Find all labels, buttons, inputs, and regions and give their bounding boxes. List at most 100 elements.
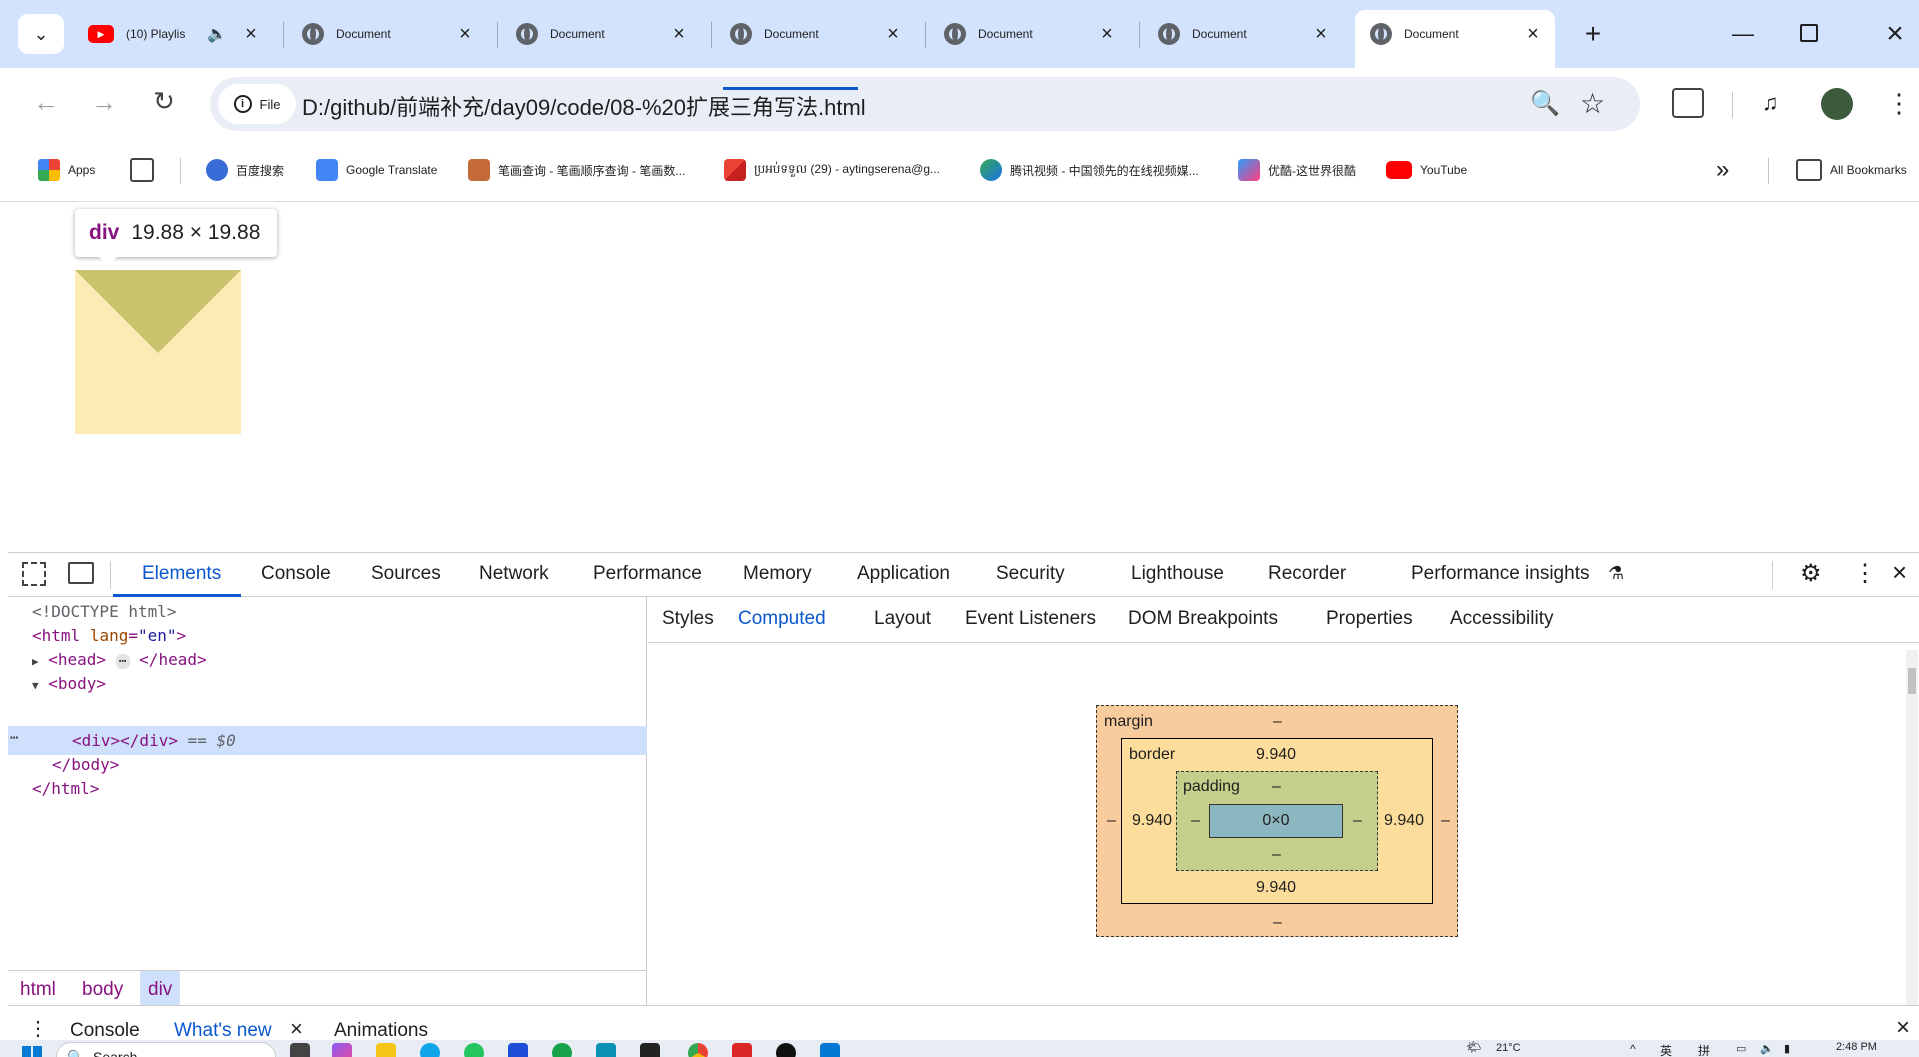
subtab-accessibility[interactable]: Accessibility	[1450, 608, 1553, 630]
windows-start-icon[interactable]	[22, 1046, 42, 1057]
padding-top[interactable]: –	[1272, 778, 1281, 796]
battery-icon[interactable]: ▮	[1784, 1042, 1790, 1055]
row-dots-icon[interactable]: ⋯	[10, 730, 18, 746]
gear-icon[interactable]: ⚙	[1800, 559, 1822, 588]
subtab-computed[interactable]: Computed	[738, 608, 826, 630]
border-top[interactable]: 9.940	[1256, 746, 1296, 764]
tab-document[interactable]: Document ×	[1158, 14, 1333, 54]
close-icon[interactable]: ×	[1095, 23, 1119, 46]
close-window-button[interactable]: ×	[1875, 14, 1915, 54]
collapsed-ellipsis[interactable]: ⋯	[115, 654, 130, 669]
weather-icon[interactable]: 🌤	[1466, 1040, 1481, 1054]
wechat-icon[interactable]	[552, 1043, 572, 1057]
taskview-icon[interactable]	[290, 1043, 310, 1057]
tab-document[interactable]: Document ×	[516, 14, 691, 54]
border-right[interactable]: 9.940	[1384, 812, 1424, 830]
tab-network[interactable]: Network	[479, 563, 549, 585]
padding-left[interactable]: –	[1191, 812, 1200, 830]
device-toolbar-icon[interactable]	[68, 562, 94, 584]
taskbar-search[interactable]: 🔍 Search	[56, 1042, 276, 1057]
ime-pinyin[interactable]: 拼	[1698, 1042, 1710, 1057]
bookmark-baidu[interactable]: 百度搜索	[206, 156, 284, 184]
drawer-menu-icon[interactable]: ⋮	[28, 1016, 48, 1041]
close-icon[interactable]: ×	[1521, 23, 1545, 46]
tab-document-active-content[interactable]: Document ×	[1370, 14, 1545, 54]
all-bookmarks[interactable]: All Bookmarks	[1796, 156, 1907, 184]
tab-groups-icon[interactable]	[130, 158, 154, 182]
ime-english[interactable]: 英	[1660, 1042, 1672, 1057]
media-controls-icon[interactable]: ♫	[1762, 90, 1779, 116]
subtab-styles[interactable]: Styles	[662, 608, 714, 630]
volume-icon[interactable]: 🔈	[1760, 1042, 1774, 1055]
github-icon[interactable]	[776, 1043, 796, 1057]
maximize-button[interactable]	[1800, 24, 1818, 42]
dom-html-close[interactable]: </html>	[32, 779, 99, 798]
tab-elements[interactable]: Elements	[142, 563, 221, 585]
zoom-icon[interactable]: 🔍	[1530, 89, 1560, 118]
subtab-properties[interactable]: Properties	[1326, 608, 1413, 630]
inspect-element-icon[interactable]	[22, 562, 46, 586]
minimize-button[interactable]: —	[1725, 16, 1761, 52]
tab-search-button[interactable]: ⌄	[18, 14, 64, 54]
close-icon[interactable]: ×	[239, 23, 263, 46]
chrome-icon[interactable]	[688, 1043, 708, 1057]
tab-performance-insights[interactable]: Performance insights	[1411, 563, 1589, 585]
tray-chevron-icon[interactable]: ^	[1630, 1042, 1636, 1056]
forward-button[interactable]: →	[86, 87, 122, 118]
dom-body-open[interactable]: ▼ <body>	[32, 674, 106, 693]
scrollbar-thumb[interactable]	[1908, 668, 1916, 694]
expand-arrow-icon[interactable]: ▶	[32, 655, 39, 668]
subtab-event-listeners[interactable]: Event Listeners	[965, 608, 1096, 630]
site-info-chip[interactable]: i File	[218, 84, 296, 124]
border-left[interactable]: 9.940	[1132, 812, 1172, 830]
edge-icon[interactable]	[420, 1043, 440, 1057]
tab-lighthouse[interactable]: Lighthouse	[1131, 563, 1224, 585]
close-icon[interactable]: ×	[1309, 23, 1333, 46]
tab-security[interactable]: Security	[996, 563, 1065, 585]
weather-temp[interactable]: 21°C	[1496, 1042, 1521, 1054]
tab-console[interactable]: Console	[261, 563, 331, 585]
terminal-icon[interactable]	[640, 1043, 660, 1057]
subtab-dom-breakpoints[interactable]: DOM Breakpoints	[1128, 608, 1278, 630]
drawer-tab-whats-new[interactable]: What's new	[174, 1020, 272, 1042]
dom-head[interactable]: ▶ <head> ⋯ </head>	[32, 650, 207, 669]
bookmark-youku[interactable]: 优酷-这世界很酷	[1238, 156, 1356, 184]
address-bar[interactable]: i File D:/github/前端补充/day09/code/08-%20扩…	[210, 77, 1640, 131]
breadcrumb-div[interactable]: div	[140, 971, 181, 1009]
close-icon[interactable]: ×	[453, 23, 477, 46]
box-model-padding[interactable]: padding – – – – 0×0	[1176, 771, 1378, 871]
tab-sources[interactable]: Sources	[371, 563, 441, 585]
bookmark-gmail[interactable]: ប្រអប់ទទួល (29) - aytingserena@g...	[724, 156, 940, 184]
border-bottom[interactable]: 9.940	[1256, 879, 1296, 897]
app-icon[interactable]	[732, 1043, 752, 1057]
bookmark-tencent-video[interactable]: 腾讯视频 - 中国领先的在线视频媒...	[980, 156, 1199, 184]
close-icon[interactable]: ×	[290, 1016, 303, 1042]
margin-left[interactable]: –	[1107, 812, 1116, 830]
breadcrumb-html[interactable]: html	[20, 979, 56, 1001]
breadcrumb-body[interactable]: body	[82, 979, 123, 1001]
clock-time[interactable]: 2:48 PM	[1836, 1041, 1877, 1053]
close-icon[interactable]: ×	[881, 23, 905, 46]
box-model-content[interactable]: 0×0	[1209, 804, 1343, 838]
tab-recorder[interactable]: Recorder	[1268, 563, 1346, 585]
bookmark-google-translate[interactable]: Google Translate	[316, 156, 437, 184]
close-drawer-icon[interactable]: ×	[1896, 1014, 1910, 1042]
margin-right[interactable]: –	[1441, 812, 1450, 830]
app-icon[interactable]	[464, 1043, 484, 1057]
tab-document[interactable]: Document ×	[302, 14, 477, 54]
menu-icon[interactable]: ⋮	[1886, 88, 1912, 118]
vscode-icon[interactable]	[820, 1043, 840, 1057]
tab-document[interactable]: Document ×	[944, 14, 1119, 54]
collapse-arrow-icon[interactable]: ▼	[32, 679, 39, 692]
back-button[interactable]: ←	[28, 87, 64, 118]
dom-doctype[interactable]: <!DOCTYPE html>	[32, 602, 177, 621]
dom-body-close[interactable]: </body>	[52, 755, 119, 774]
box-model-border[interactable]: border 9.940 9.940 9.940 9.940 padding –…	[1121, 738, 1433, 904]
bookmark-bihua[interactable]: 笔画查询 - 笔画顺序查询 - 笔画数...	[468, 156, 685, 184]
file-explorer-icon[interactable]	[376, 1043, 396, 1057]
bookmark-apps[interactable]: Apps	[38, 156, 95, 184]
drawer-tab-animations[interactable]: Animations	[334, 1020, 428, 1042]
box-model-margin[interactable]: margin – – – – border 9.940 9.940 9.940 …	[1096, 705, 1458, 937]
dom-html-open[interactable]: <html lang="en">	[32, 626, 186, 645]
tab-memory[interactable]: Memory	[743, 563, 812, 585]
